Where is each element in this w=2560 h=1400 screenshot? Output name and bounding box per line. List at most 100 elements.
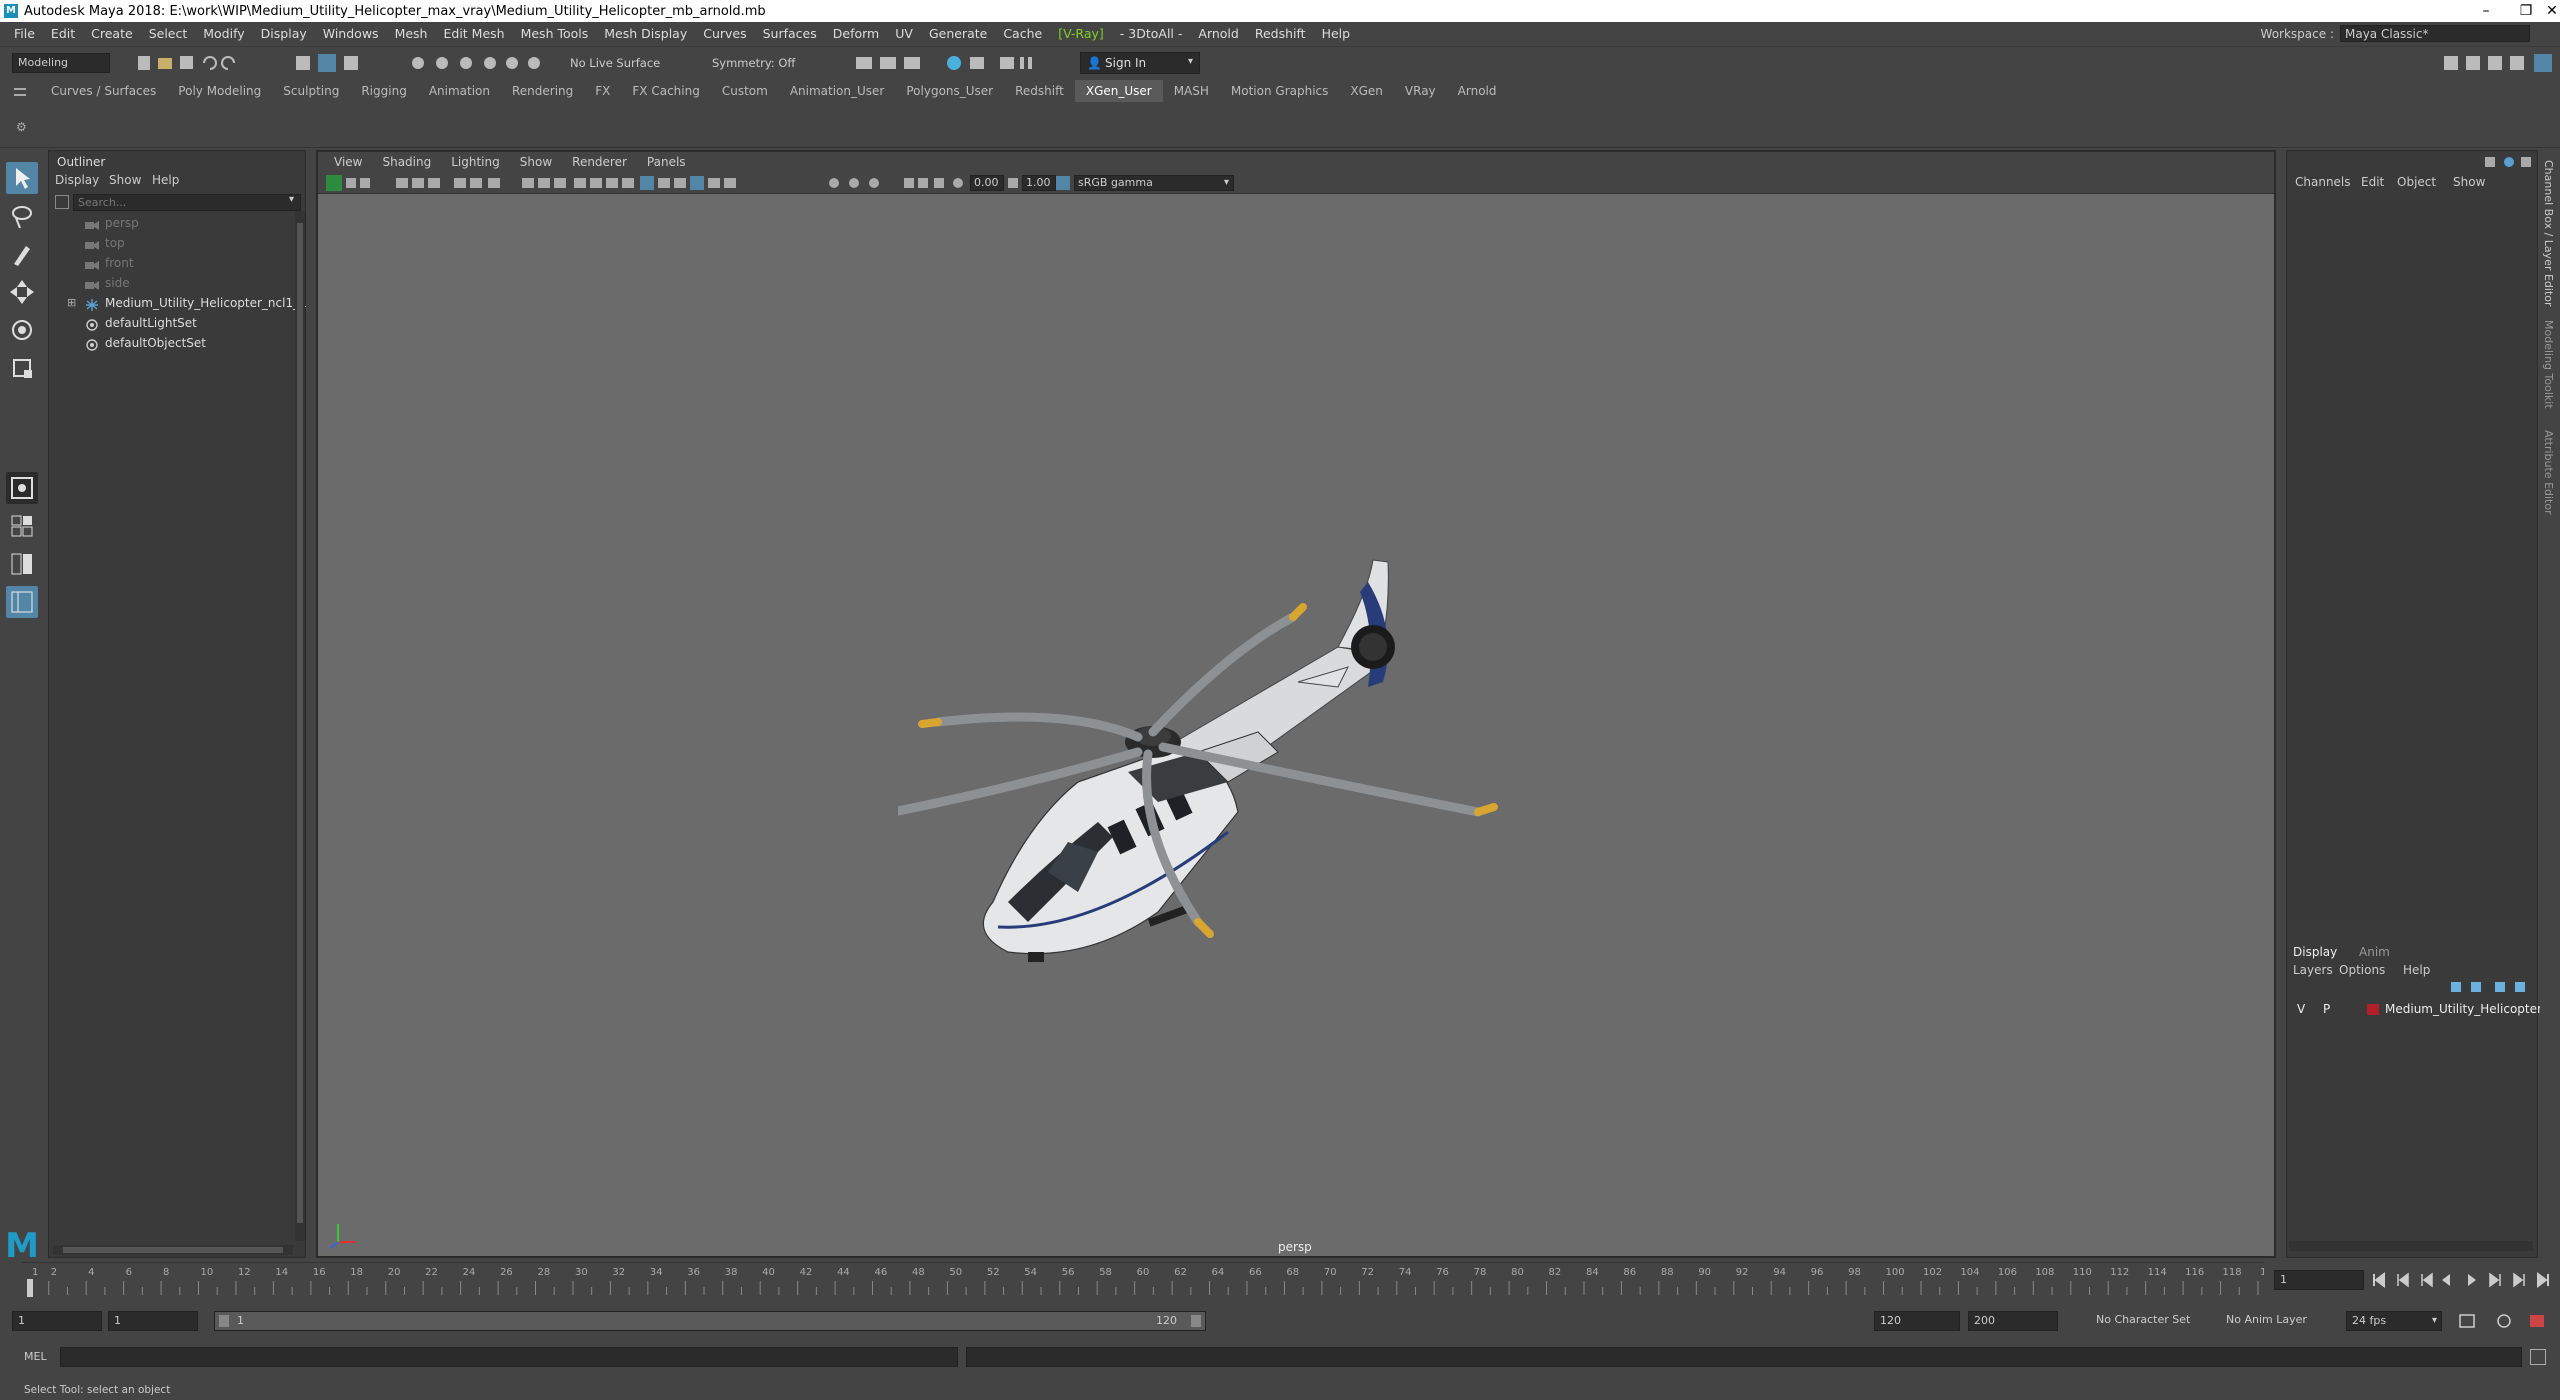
layers-menu[interactable]: Layers xyxy=(2293,963,2333,977)
menu-curves[interactable]: Curves xyxy=(695,26,754,41)
rotate-tool-icon[interactable] xyxy=(6,314,38,346)
playback-start-field[interactable]: 1 xyxy=(108,1311,198,1331)
menu-uv[interactable]: UV xyxy=(887,26,921,41)
menu-deform[interactable]: Deform xyxy=(825,26,887,41)
object-menu[interactable]: Object xyxy=(2397,175,2436,189)
timeline-ticks[interactable]: 1 2 4 6 8 10 12 14 16 18 20 22 24 26 28 30 32 34 36 38 40 42 4… xyxy=(22,1262,2264,1298)
outliner-item-default-object-set[interactable]: defaultObjectSet xyxy=(49,333,295,353)
viewport-menu-view[interactable]: View xyxy=(324,155,372,169)
layer-visibility-toggle[interactable]: V xyxy=(2297,999,2305,1019)
menu-arnold[interactable]: Arnold xyxy=(1190,26,1246,41)
viewport-menu-renderer[interactable]: Renderer xyxy=(562,155,637,169)
outliner-item-side[interactable]: side xyxy=(49,273,295,293)
options-menu[interactable]: Options xyxy=(2339,963,2385,977)
menu-create[interactable]: Create xyxy=(83,26,141,41)
playback-end-field[interactable]: 120 xyxy=(1874,1311,1960,1331)
menu-edit-mesh[interactable]: Edit Mesh xyxy=(435,26,512,41)
menu-generate[interactable]: Generate xyxy=(921,26,995,41)
sign-in-button[interactable]: 👤 Sign In ▾ xyxy=(1080,52,1200,74)
shelf-tab-mash[interactable]: MASH xyxy=(1163,80,1220,102)
menu-vray[interactable]: [V-Ray] xyxy=(1050,26,1112,41)
shelf-tab-sculpting[interactable]: Sculpting xyxy=(272,80,350,102)
range-bar[interactable]: 1 120 xyxy=(214,1311,1206,1331)
outliner-scrollbar[interactable] xyxy=(295,211,305,1241)
shelf-menu-icon[interactable] xyxy=(14,88,26,96)
current-frame-field[interactable]: 1 xyxy=(2274,1270,2364,1290)
shelf-tab-animation[interactable]: Animation xyxy=(418,80,501,102)
lasso-tool-icon[interactable] xyxy=(6,200,38,232)
shelf-tab-vray[interactable]: VRay xyxy=(1394,80,1447,102)
viewport-menu-lighting[interactable]: Lighting xyxy=(441,155,510,169)
menu-display[interactable]: Display xyxy=(253,26,315,41)
outliner-item-front[interactable]: front xyxy=(49,253,295,273)
layer-h-scrollbar[interactable] xyxy=(2289,1241,2533,1251)
menu-3dtoall[interactable]: - 3DtoAll - xyxy=(1112,26,1191,41)
outliner-menu-display[interactable]: Display xyxy=(55,173,99,187)
channels-menu[interactable]: Channels xyxy=(2295,175,2351,189)
menu-select[interactable]: Select xyxy=(141,26,196,41)
tab-display-layers[interactable]: Display xyxy=(2293,945,2337,959)
scale-tool-icon[interactable] xyxy=(6,352,38,384)
helicopter-model[interactable] xyxy=(898,482,1618,1002)
anim-layer-dropdown[interactable]: No Anim Layer xyxy=(2226,1313,2307,1326)
viewport-menu-shading[interactable]: Shading xyxy=(372,155,441,169)
gamma-field[interactable]: 1.00 xyxy=(1022,175,1056,191)
outliner-item-helicopter-group[interactable]: ⊞ Medium_Utility_Helicopter_ncl1_1 xyxy=(49,293,307,313)
menu-mesh-display[interactable]: Mesh Display xyxy=(596,26,695,41)
outliner-item-top[interactable]: top xyxy=(49,233,295,253)
side-tab-attribute-editor[interactable]: Attribute Editor xyxy=(2542,430,2555,515)
color-space-dropdown[interactable]: sRGB gamma ▾ xyxy=(1074,175,1234,191)
menu-windows[interactable]: Windows xyxy=(315,26,387,41)
shelf-tab-redshift[interactable]: Redshift xyxy=(1004,80,1075,102)
shelf-tab-fx-caching[interactable]: FX Caching xyxy=(621,80,710,102)
character-set-dropdown[interactable]: No Character Set xyxy=(2096,1313,2190,1326)
time-slider[interactable]: 1 2 4 6 8 10 12 14 16 18 20 22 24 26 28 30 32 34 36 38 40 42 4… xyxy=(0,1262,2560,1298)
outliner-h-scrollbar[interactable] xyxy=(53,1245,293,1255)
menu-cache[interactable]: Cache xyxy=(995,26,1050,41)
edit-menu[interactable]: Edit xyxy=(2361,175,2384,189)
layer-playback-toggle[interactable]: P xyxy=(2323,999,2330,1019)
layer-row[interactable]: V P Medium_Utility_Helicopter xyxy=(2289,999,2542,1019)
shelf-tab-motion-graphics[interactable]: Motion Graphics xyxy=(1220,80,1340,102)
viewport-panel[interactable]: View Shading Lighting Show Renderer Pane… xyxy=(316,150,2276,1258)
select-tool-icon[interactable] xyxy=(6,162,38,194)
search-options-icon[interactable]: ▾ xyxy=(289,194,294,205)
shelf-tab-polygons-user[interactable]: Polygons_User xyxy=(895,80,1004,102)
workspace-dropdown[interactable]: Maya Classic* xyxy=(2340,25,2530,42)
shelf-tab-xgen[interactable]: XGen xyxy=(1339,80,1394,102)
menu-help[interactable]: Help xyxy=(1314,26,1359,41)
persp-outliner-layout-icon[interactable] xyxy=(6,548,38,580)
shelf-tab-arnold[interactable]: Arnold xyxy=(1447,80,1508,102)
shelf-tab-custom[interactable]: Custom xyxy=(711,80,779,102)
menu-file[interactable]: File xyxy=(6,26,43,41)
viewport-menu-panels[interactable]: Panels xyxy=(637,155,696,169)
menu-modify[interactable]: Modify xyxy=(195,26,252,41)
exposure-field[interactable]: 0.00 xyxy=(970,175,1004,191)
tab-anim-layers[interactable]: Anim xyxy=(2359,945,2390,959)
expand-icon[interactable]: ⊞ xyxy=(67,293,76,313)
outliner-menu-help[interactable]: Help xyxy=(152,173,179,187)
outliner-search-input[interactable]: Search... xyxy=(73,194,301,211)
shelf-tab-rendering[interactable]: Rendering xyxy=(501,80,584,102)
outliner-menu-show[interactable]: Show xyxy=(109,173,141,187)
viewport-menu-show[interactable]: Show xyxy=(510,155,562,169)
symmetry-label[interactable]: Symmetry: Off xyxy=(712,56,795,70)
scene-end-field[interactable]: 200 xyxy=(1968,1311,2058,1331)
fps-dropdown[interactable]: 24 fps ▾ xyxy=(2346,1311,2442,1331)
menu-edit[interactable]: Edit xyxy=(43,26,83,41)
menu-mesh[interactable]: Mesh xyxy=(387,26,436,41)
close-button[interactable]: ✕ xyxy=(2532,0,2560,22)
menu-redshift[interactable]: Redshift xyxy=(1247,26,1314,41)
move-tool-icon[interactable] xyxy=(6,276,38,308)
shelf-tab-xgen-user[interactable]: XGen_User xyxy=(1074,80,1163,102)
script-language-label[interactable]: MEL xyxy=(24,1350,47,1363)
layer-help-menu[interactable]: Help xyxy=(2403,963,2430,977)
menu-surfaces[interactable]: Surfaces xyxy=(755,26,825,41)
show-menu[interactable]: Show xyxy=(2453,175,2485,189)
side-tab-modeling-toolkit[interactable]: Modeling Toolkit xyxy=(2542,320,2555,409)
shelf-tab-poly-modeling[interactable]: Poly Modeling xyxy=(167,80,272,102)
shelf-tab-rigging[interactable]: Rigging xyxy=(350,80,417,102)
scene-start-field[interactable]: 1 xyxy=(12,1311,102,1331)
outliner-item-persp[interactable]: persp xyxy=(49,213,295,233)
paint-select-tool-icon[interactable] xyxy=(6,238,38,270)
